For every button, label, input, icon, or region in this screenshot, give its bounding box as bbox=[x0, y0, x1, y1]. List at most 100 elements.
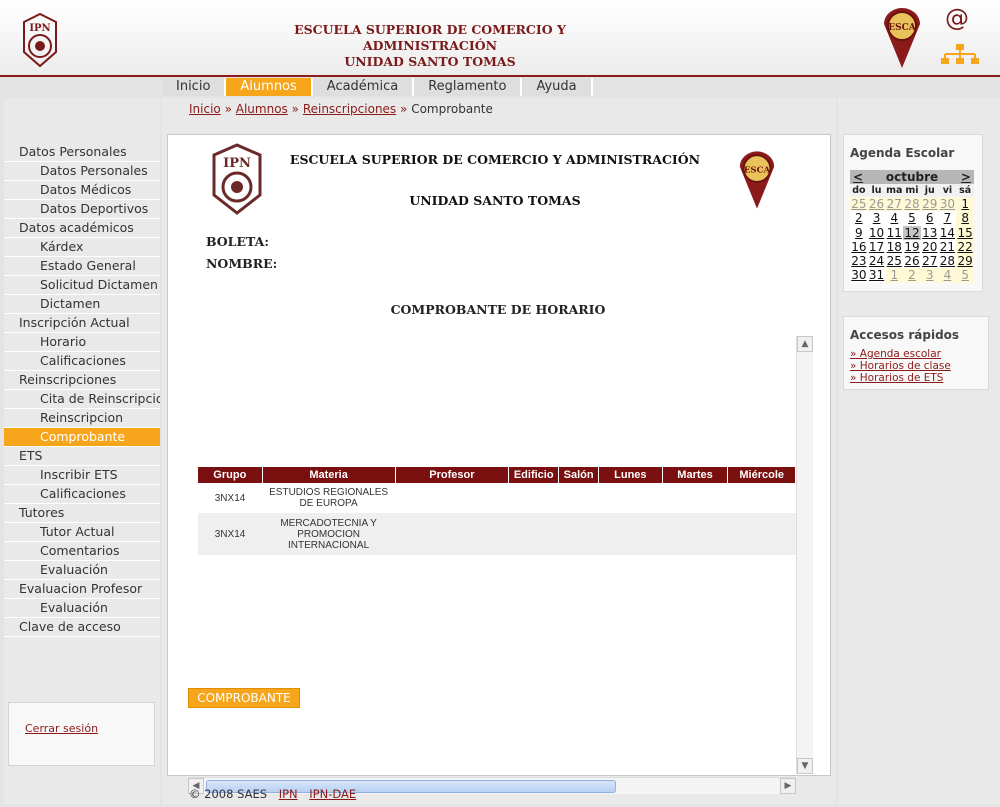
calendar-day[interactable]: 25 bbox=[885, 254, 904, 269]
sidebar-item-datos-acad-micos[interactable]: Datos académicos bbox=[4, 219, 160, 238]
scroll-right-icon[interactable]: ▶ bbox=[780, 778, 796, 794]
sidebar-item-inscripci-n-actual[interactable]: Inscripción Actual bbox=[4, 314, 160, 333]
sidebar-item-datos-personales[interactable]: Datos Personales bbox=[4, 162, 160, 181]
calendar-day[interactable]: 1 bbox=[885, 268, 904, 283]
calendar-day[interactable]: 24 bbox=[867, 254, 886, 269]
calendar-day[interactable]: 31 bbox=[867, 268, 886, 283]
sidebar-item-reinscripcion[interactable]: Reinscripcion bbox=[4, 409, 160, 428]
table-row: 3NX14 ESTUDIOS REGIONALES DE EUROPA bbox=[198, 483, 796, 513]
calendar-day[interactable]: 20 bbox=[920, 239, 939, 255]
sidebar-item-datos-deportivos[interactable]: Datos Deportivos bbox=[4, 200, 160, 219]
sidebar-item-dictamen[interactable]: Dictamen bbox=[4, 295, 160, 314]
comprobante-button[interactable]: COMPROBANTE bbox=[188, 688, 300, 708]
top-menu-reglamento[interactable]: Reglamento bbox=[414, 78, 523, 96]
scroll-up-icon[interactable]: ▲ bbox=[797, 336, 813, 352]
sidebar-item-comentarios[interactable]: Comentarios bbox=[4, 542, 160, 561]
sidebar-item-inscribir-ets[interactable]: Inscribir ETS bbox=[4, 466, 160, 485]
calendar-day[interactable]: 7 bbox=[938, 211, 957, 226]
calendar-day[interactable]: 22 bbox=[956, 239, 974, 255]
sidebar-item-evaluacion-profesor[interactable]: Evaluacion Profesor bbox=[4, 580, 160, 599]
svg-text:ESCA: ESCA bbox=[888, 23, 917, 33]
sidebar-item-tutores[interactable]: Tutores bbox=[4, 504, 160, 523]
quick-link-agenda[interactable]: » Agenda escolar bbox=[850, 348, 951, 360]
calendar-day[interactable]: 1 bbox=[956, 197, 974, 212]
sidebar-item-evaluaci-n[interactable]: Evaluación bbox=[4, 561, 160, 580]
cell-profesor bbox=[395, 513, 509, 555]
sidebar-item-clave-de-acceso[interactable]: Clave de acceso bbox=[4, 618, 160, 637]
calendar-day[interactable]: 19 bbox=[903, 239, 921, 255]
cell-grupo: 3NX14 bbox=[198, 483, 263, 513]
calendar-day[interactable]: 28 bbox=[903, 197, 921, 212]
breadcrumb-reinscripciones[interactable]: Reinscripciones bbox=[303, 102, 396, 116]
calendar-day[interactable]: 3 bbox=[920, 268, 939, 283]
sidebar-item-datos-personales[interactable]: Datos Personales bbox=[4, 143, 160, 162]
quick-link-horarios-clase[interactable]: » Horarios de clase bbox=[850, 360, 951, 372]
calendar-day[interactable]: 18 bbox=[885, 239, 904, 255]
top-menu-ayuda[interactable]: Ayuda bbox=[522, 78, 593, 96]
footer: © 2008 SAES IPN IPN-DAE bbox=[189, 787, 356, 801]
breadcrumb-inicio[interactable]: Inicio bbox=[189, 102, 221, 116]
logout-link[interactable]: Cerrar sesión bbox=[25, 722, 98, 735]
agenda-title: Agenda Escolar bbox=[850, 146, 955, 160]
calendar-day[interactable]: 10 bbox=[867, 225, 886, 240]
sidebar-item-reinscripciones[interactable]: Reinscripciones bbox=[4, 371, 160, 390]
esca-logo: ESCA bbox=[884, 8, 920, 68]
sidebar-item-cita-de-reinscripcio[interactable]: Cita de Reinscripcio bbox=[4, 390, 160, 409]
calendar-day[interactable]: 23 bbox=[850, 254, 868, 269]
calendar-day[interactable]: 2 bbox=[850, 211, 868, 226]
calendar-day[interactable]: 6 bbox=[920, 211, 939, 226]
calendar-day[interactable]: 9 bbox=[850, 225, 868, 240]
sidebar-item-ets[interactable]: ETS bbox=[4, 447, 160, 466]
calendar-day[interactable]: 2 bbox=[903, 268, 921, 283]
calendar-day[interactable]: 4 bbox=[885, 211, 904, 226]
calendar-day[interactable]: 5 bbox=[956, 268, 974, 283]
sidebar-item-calificaciones[interactable]: Calificaciones bbox=[4, 485, 160, 504]
calendar-next-button[interactable]: > bbox=[961, 170, 971, 184]
calendar-day[interactable]: 17 bbox=[867, 239, 886, 255]
sidebar-item-tutor-actual[interactable]: Tutor Actual bbox=[4, 523, 160, 542]
calendar-day[interactable]: 3 bbox=[867, 211, 886, 226]
scroll-down-icon[interactable]: ▼ bbox=[797, 758, 813, 774]
calendar-day[interactable]: 26 bbox=[867, 197, 886, 212]
calendar-day[interactable]: 26 bbox=[903, 254, 921, 269]
footer-link-ipn[interactable]: IPN bbox=[279, 787, 298, 801]
calendar-day[interactable]: 29 bbox=[920, 197, 939, 212]
top-menu-alumnos[interactable]: Alumnos bbox=[226, 78, 313, 96]
sidebar-item-horario[interactable]: Horario bbox=[4, 333, 160, 352]
calendar-prev-button[interactable]: < bbox=[853, 170, 863, 184]
calendar-day[interactable]: 30 bbox=[938, 197, 957, 212]
sidebar-item-datos-m-dicos[interactable]: Datos Médicos bbox=[4, 181, 160, 200]
calendar-day[interactable]: 12 bbox=[903, 225, 921, 240]
header-title-line1: ESCUELA SUPERIOR DE COMERCIO Y ADMINISTR… bbox=[294, 22, 566, 53]
calendar-day[interactable]: 25 bbox=[850, 197, 868, 212]
sidebar-item-solicitud-dictamen[interactable]: Solicitud Dictamen bbox=[4, 276, 160, 295]
calendar-day[interactable]: 8 bbox=[956, 211, 974, 226]
calendar-day[interactable]: 29 bbox=[956, 254, 974, 269]
breadcrumb-alumnos[interactable]: Alumnos bbox=[236, 102, 288, 116]
top-menu-academica[interactable]: Académica bbox=[312, 78, 415, 96]
quick-link-horarios-ets[interactable]: » Horarios de ETS bbox=[850, 372, 951, 384]
sidebar-item-k-rdex[interactable]: Kárdex bbox=[4, 238, 160, 257]
sidebar-item-calificaciones[interactable]: Calificaciones bbox=[4, 352, 160, 371]
calendar-day[interactable]: 15 bbox=[956, 225, 974, 240]
calendar-day[interactable]: 11 bbox=[885, 225, 904, 240]
vertical-scrollbar[interactable]: ▲ ▼ bbox=[796, 336, 813, 774]
calendar-day[interactable]: 21 bbox=[938, 239, 957, 255]
calendar-day[interactable]: 28 bbox=[938, 254, 957, 269]
calendar-day[interactable]: 13 bbox=[920, 225, 939, 240]
calendar-day[interactable]: 27 bbox=[920, 254, 939, 269]
calendar-day[interactable]: 30 bbox=[850, 268, 868, 283]
calendar-day[interactable]: 5 bbox=[903, 211, 921, 226]
sidebar-item-evaluaci-n[interactable]: Evaluación bbox=[4, 599, 160, 618]
top-menu-inicio[interactable]: Inicio bbox=[162, 78, 227, 96]
calendar-day[interactable]: 27 bbox=[885, 197, 904, 212]
calendar-day[interactable]: 14 bbox=[938, 225, 957, 240]
col-profesor: Profesor bbox=[395, 467, 510, 483]
calendar-day[interactable]: 4 bbox=[938, 268, 957, 283]
footer-link-ipn-dae[interactable]: IPN-DAE bbox=[309, 787, 356, 801]
calendar-day[interactable]: 16 bbox=[850, 239, 868, 255]
sidebar-item-estado-general[interactable]: Estado General bbox=[4, 257, 160, 276]
sitemap-icon[interactable] bbox=[940, 44, 980, 66]
email-icon[interactable]: @ bbox=[945, 4, 969, 32]
sidebar-item-comprobante[interactable]: Comprobante bbox=[4, 428, 160, 447]
